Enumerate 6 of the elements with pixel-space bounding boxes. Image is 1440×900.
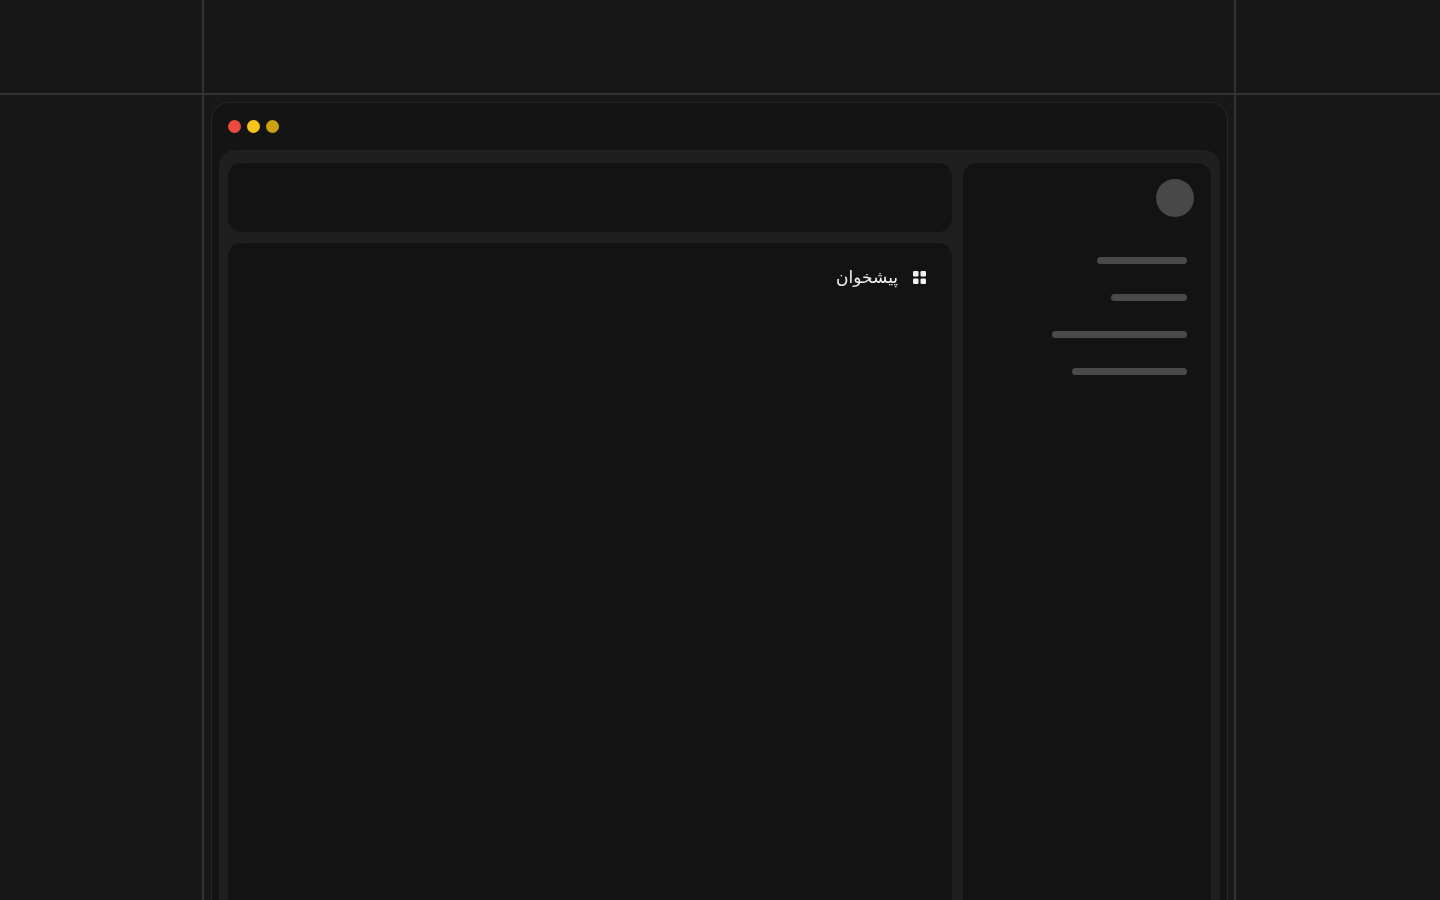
window-control-icon[interactable]	[266, 120, 279, 133]
window-control-icon[interactable]	[247, 120, 260, 133]
grid-icon	[913, 270, 926, 284]
avatar-placeholder	[1156, 179, 1194, 217]
page-title: پیشخوان	[836, 266, 898, 290]
window-control-icon[interactable]	[228, 120, 241, 133]
